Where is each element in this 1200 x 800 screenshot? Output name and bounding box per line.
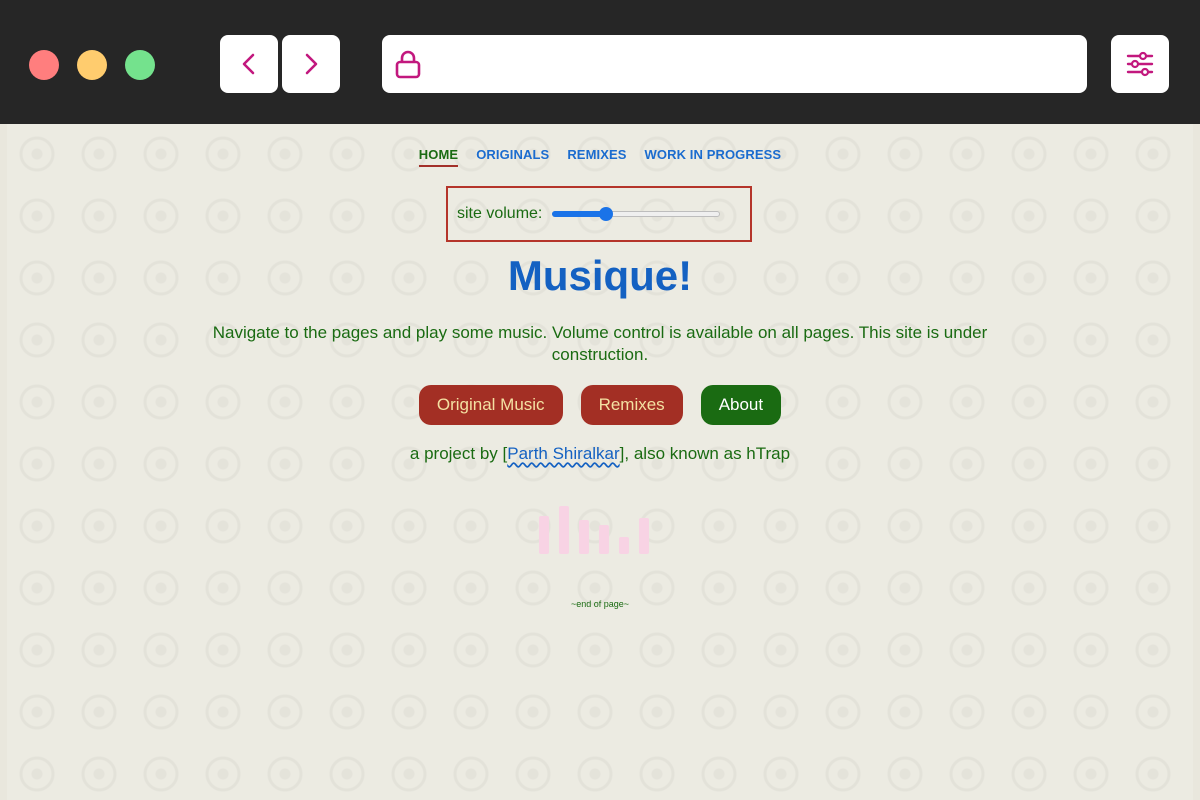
audio-visualizer	[535, 502, 675, 556]
page-title: Musique!	[507, 252, 693, 299]
intro-text: Navigate to the pages and play some musi…	[212, 323, 988, 364]
main-nav: HOME ORIGINALS REMIXES WORK IN PROGRESS	[7, 147, 1193, 167]
credit-line: a project by [Parth Shiralkar], also kno…	[7, 444, 1193, 464]
lock-icon	[395, 50, 421, 79]
volume-label: site volume:	[457, 205, 543, 222]
back-button[interactable]	[220, 35, 278, 93]
author-link[interactable]: Parth Shiralkar	[507, 444, 619, 463]
address-bar[interactable]	[382, 35, 1087, 93]
visualizer-bar	[539, 516, 549, 554]
minimize-window-dot[interactable]	[77, 50, 107, 80]
volume-slider[interactable]	[552, 206, 721, 222]
nav-remixes[interactable]: REMIXES	[567, 147, 626, 167]
visualizer-bar	[599, 525, 609, 554]
visualizer-bar	[559, 506, 569, 554]
visualizer-bar	[579, 520, 589, 554]
volume-slider-fill	[552, 211, 607, 217]
maximize-window-dot[interactable]	[125, 50, 155, 80]
about-button[interactable]: About	[700, 385, 782, 425]
forward-button[interactable]	[282, 35, 340, 93]
close-window-dot[interactable]	[29, 50, 59, 80]
credit-suffix: ], also known as hTrap	[619, 444, 791, 463]
original-music-button[interactable]: Original Music	[418, 385, 563, 425]
visualizer-bar	[639, 518, 649, 554]
chevron-left-icon	[242, 53, 255, 75]
sliders-icon	[1126, 51, 1154, 77]
browser-toolbar	[0, 0, 1200, 124]
volume-control: site volume:	[446, 186, 752, 242]
visualizer-bar	[619, 537, 629, 554]
page-viewport: HOME ORIGINALS REMIXES WORK IN PROGRESS …	[7, 124, 1193, 800]
settings-menu-button[interactable]	[1111, 35, 1169, 93]
chevron-right-icon	[305, 53, 318, 75]
action-buttons: Original Music Remixes About	[7, 385, 1193, 425]
volume-slider-thumb[interactable]	[599, 207, 614, 221]
nav-home[interactable]: HOME	[418, 147, 459, 167]
nav-originals[interactable]: ORIGINALS	[476, 147, 549, 167]
credit-prefix: a project by [	[409, 444, 508, 463]
browser-window: HOME ORIGINALS REMIXES WORK IN PROGRESS …	[0, 0, 1200, 800]
end-of-page-note: ~end of page~	[570, 599, 630, 609]
remixes-button[interactable]: Remixes	[580, 385, 683, 425]
nav-work-in-progress[interactable]: WORK IN PROGRESS	[645, 147, 782, 167]
